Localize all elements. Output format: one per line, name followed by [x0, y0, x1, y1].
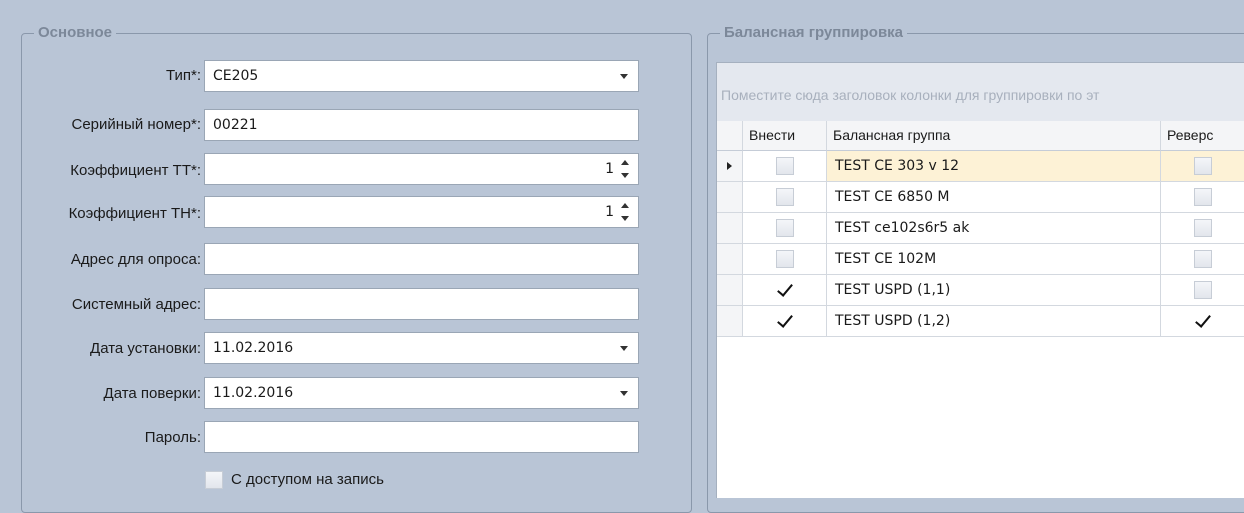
write-access-checkbox[interactable] — [205, 471, 223, 489]
row-indicator-header — [717, 121, 743, 151]
row-indicator[interactable] — [717, 244, 743, 275]
main-groupbox-title: Основное — [34, 22, 117, 44]
balance-group-cell[interactable]: TEST CE 6850 M — [827, 182, 1161, 213]
balance-group-cell[interactable]: TEST USPD (1,2) — [827, 306, 1161, 337]
poll-address-input[interactable] — [204, 243, 639, 275]
current-row-arrow-icon — [727, 162, 732, 170]
system-address-label: Системный адрес: — [71, 296, 201, 313]
include-cell — [743, 182, 827, 213]
reverse-cell — [1161, 275, 1244, 306]
include-cell — [743, 244, 827, 275]
include-checkbox[interactable] — [776, 281, 794, 299]
include-checkbox[interactable] — [776, 157, 794, 175]
reverse-checkbox[interactable] — [1194, 250, 1212, 268]
vt-ratio-value: 1 — [605, 204, 614, 220]
row-indicator[interactable] — [717, 306, 743, 337]
verification-date-value: 11.02.2016 — [213, 385, 294, 401]
reverse-checkbox[interactable] — [1194, 188, 1212, 206]
poll-address-label: Адрес для опроса: — [70, 251, 201, 268]
install-date-value: 11.02.2016 — [213, 340, 294, 356]
group-by-panel[interactable]: Поместите сюда заголовок колонки для гру… — [717, 63, 1244, 122]
reverse-checkbox[interactable] — [1194, 157, 1212, 175]
chevron-down-icon[interactable] — [620, 391, 628, 396]
row-indicator[interactable] — [717, 151, 743, 182]
chevron-down-icon[interactable] — [620, 74, 628, 79]
serial-number-label: Серийный номер*: — [71, 116, 201, 133]
group-by-hint: Поместите сюда заголовок колонки для гру… — [721, 87, 1100, 103]
verification-date-picker[interactable]: 11.02.2016 — [204, 377, 639, 409]
balance-grouping-title: Балансная группировка — [720, 22, 908, 44]
include-checkbox[interactable] — [776, 250, 794, 268]
chevron-down-icon[interactable] — [620, 346, 628, 351]
reverse-cell — [1161, 151, 1244, 182]
table-row[interactable]: TEST USPD (1,1) — [717, 275, 1244, 306]
row-indicator[interactable] — [717, 213, 743, 244]
table-row[interactable]: TEST CE 6850 M — [717, 182, 1244, 213]
column-header-reverse[interactable]: Реверс — [1161, 121, 1244, 151]
table-row[interactable]: TEST CE 102M — [717, 244, 1244, 275]
balance-group-cell[interactable]: TEST ce102s6r5 ak — [827, 213, 1161, 244]
include-checkbox[interactable] — [776, 188, 794, 206]
install-date-picker[interactable]: 11.02.2016 — [204, 332, 639, 364]
password-label: Пароль: — [144, 429, 201, 446]
row-indicator[interactable] — [717, 275, 743, 306]
verification-date-label: Дата поверки: — [103, 385, 201, 402]
reverse-cell — [1161, 182, 1244, 213]
table-row[interactable]: TEST CE 303 v 12 — [717, 151, 1244, 182]
password-input[interactable] — [204, 421, 639, 453]
system-address-input[interactable] — [204, 288, 639, 320]
include-cell — [743, 306, 827, 337]
reverse-cell — [1161, 306, 1244, 337]
reverse-checkbox[interactable] — [1194, 281, 1212, 299]
vt-ratio-spinner[interactable]: 1 — [204, 196, 639, 228]
balance-group-cell[interactable]: TEST CE 303 v 12 — [827, 151, 1161, 182]
reverse-cell — [1161, 244, 1244, 275]
column-header-balance-group[interactable]: Балансная группа — [827, 121, 1161, 151]
ct-ratio-label: Коэффициент ТТ*: — [70, 162, 201, 179]
column-header-include[interactable]: Внести — [743, 121, 827, 151]
type-dropdown[interactable]: CE205 — [204, 60, 639, 92]
spin-arrows-icon[interactable] — [620, 160, 630, 180]
reverse-cell — [1161, 213, 1244, 244]
spin-arrows-icon[interactable] — [620, 203, 630, 223]
table-row[interactable]: TEST USPD (1,2) — [717, 306, 1244, 337]
ct-ratio-spinner[interactable]: 1 — [204, 153, 639, 185]
include-cell — [743, 213, 827, 244]
type-label: Тип*: — [165, 67, 201, 84]
serial-number-value: 00221 — [213, 117, 258, 133]
include-cell — [743, 151, 827, 182]
reverse-checkbox[interactable] — [1194, 312, 1212, 330]
include-cell — [743, 275, 827, 306]
balance-group-cell[interactable]: TEST USPD (1,1) — [827, 275, 1161, 306]
type-value: CE205 — [213, 68, 259, 84]
ct-ratio-value: 1 — [605, 161, 614, 177]
table-row[interactable]: TEST ce102s6r5 ak — [717, 213, 1244, 244]
row-indicator[interactable] — [717, 182, 743, 213]
include-checkbox[interactable] — [776, 312, 794, 330]
install-date-label: Дата установки: — [90, 340, 201, 357]
vt-ratio-label: Коэффициент ТН*: — [68, 205, 201, 222]
balance-group-cell[interactable]: TEST CE 102M — [827, 244, 1161, 275]
write-access-label: С доступом на запись — [231, 471, 384, 488]
balance-groups-grid[interactable]: Поместите сюда заголовок колонки для гру… — [716, 62, 1244, 498]
reverse-checkbox[interactable] — [1194, 219, 1212, 237]
serial-number-input[interactable]: 00221 — [204, 109, 639, 141]
include-checkbox[interactable] — [776, 219, 794, 237]
